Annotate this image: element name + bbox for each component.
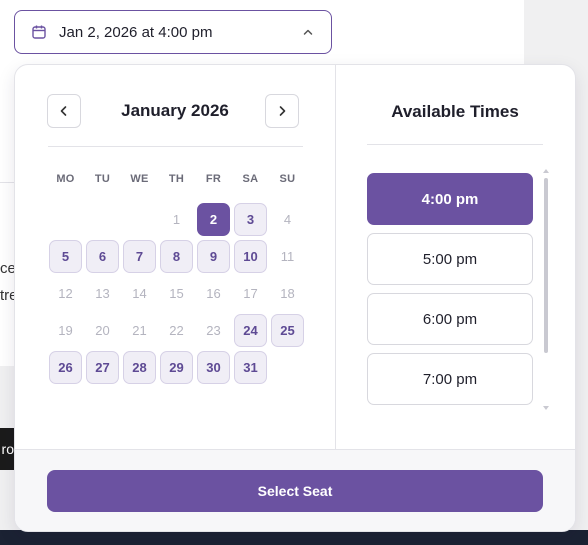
day-cell[interactable]: 31 <box>234 351 267 384</box>
day-cell: 4 <box>283 212 292 227</box>
day-cell[interactable]: 9 <box>197 240 230 273</box>
weekday-label: TH <box>168 173 185 185</box>
day-cell: 13 <box>95 286 110 301</box>
day-cell-selected[interactable]: 2 <box>197 203 230 236</box>
day-cell[interactable]: 28 <box>123 351 156 384</box>
weekday-label: SU <box>279 173 296 185</box>
day-cell: 20 <box>95 323 110 338</box>
month-title: January 2026 <box>121 101 229 120</box>
day-cell[interactable]: 25 <box>271 314 304 347</box>
day-cell: 18 <box>280 286 295 301</box>
day-cell: 21 <box>132 323 147 338</box>
select-seat-button[interactable]: Select Seat <box>47 470 543 512</box>
weekday-label: WE <box>130 173 149 185</box>
chevron-left-icon <box>57 104 71 118</box>
chevron-up-icon <box>301 25 315 39</box>
time-slot-selected[interactable]: 4:00 pm <box>367 173 533 225</box>
times-scrollbar-thumb[interactable] <box>544 178 548 353</box>
day-cell: 15 <box>169 286 184 301</box>
day-cell[interactable]: 5 <box>49 240 82 273</box>
day-cell[interactable]: 6 <box>86 240 119 273</box>
selected-datetime-label: Jan 2, 2026 at 4:00 pm <box>59 23 213 41</box>
weekday-label: MO <box>56 173 75 185</box>
times-divider <box>367 144 543 145</box>
day-cell: 12 <box>58 286 73 301</box>
pane-divider <box>335 65 336 449</box>
weekday-label: SA <box>242 173 259 185</box>
background-dark-button[interactable]: ro <box>0 428 14 470</box>
background-divider <box>0 182 14 183</box>
day-cell[interactable]: 29 <box>160 351 193 384</box>
scroll-up-arrow-icon[interactable] <box>542 168 550 174</box>
time-slot[interactable]: 5:00 pm <box>367 233 533 285</box>
day-cell: 14 <box>132 286 147 301</box>
day-cell[interactable]: 10 <box>234 240 267 273</box>
weekday-header: MO TU WE TH FR SA SU <box>47 173 306 185</box>
calendar-pane: January 2026 MO TU WE TH FR SA SU 1 2 3 4 5 6 7 8 9 10 1… <box>15 65 335 449</box>
day-cell: 17 <box>243 286 258 301</box>
day-cell: 16 <box>206 286 221 301</box>
day-cell[interactable]: 7 <box>123 240 156 273</box>
calendar-divider <box>48 146 303 147</box>
calendar-icon <box>31 24 47 40</box>
available-times-title: Available Times <box>391 102 519 121</box>
day-cell: 11 <box>280 249 295 264</box>
chevron-right-icon <box>275 104 289 118</box>
day-cell[interactable]: 30 <box>197 351 230 384</box>
weekday-label: FR <box>205 173 222 185</box>
day-cell: 1 <box>172 212 181 227</box>
day-cell[interactable]: 24 <box>234 314 267 347</box>
weekday-label: TU <box>94 173 111 185</box>
day-cell: 23 <box>206 323 221 338</box>
day-cell[interactable]: 26 <box>49 351 82 384</box>
page-footer <box>0 530 588 545</box>
prev-month-button[interactable] <box>47 94 81 128</box>
date-time-popover: January 2026 MO TU WE TH FR SA SU 1 2 3 4 5 6 7 8 9 10 1… <box>14 64 576 532</box>
time-slot-list: 4:00 pm 5:00 pm 6:00 pm 7:00 pm <box>367 173 535 413</box>
day-grid: 1 2 3 4 5 6 7 8 9 10 11 12 13 14 15 16 17 18 19 20 21 22 23 24 2… <box>47 201 306 386</box>
scroll-down-arrow-icon[interactable] <box>542 405 550 411</box>
time-slot[interactable]: 7:00 pm <box>367 353 533 405</box>
day-cell: 19 <box>58 323 73 338</box>
next-month-button[interactable] <box>265 94 299 128</box>
background-dark-button-label: ro <box>1 441 14 457</box>
date-time-picker-trigger[interactable]: Jan 2, 2026 at 4:00 pm <box>14 10 332 54</box>
day-cell[interactable]: 27 <box>86 351 119 384</box>
day-cell[interactable]: 8 <box>160 240 193 273</box>
day-cell[interactable]: 3 <box>234 203 267 236</box>
time-slot[interactable]: 6:00 pm <box>367 293 533 345</box>
day-cell: 22 <box>169 323 184 338</box>
